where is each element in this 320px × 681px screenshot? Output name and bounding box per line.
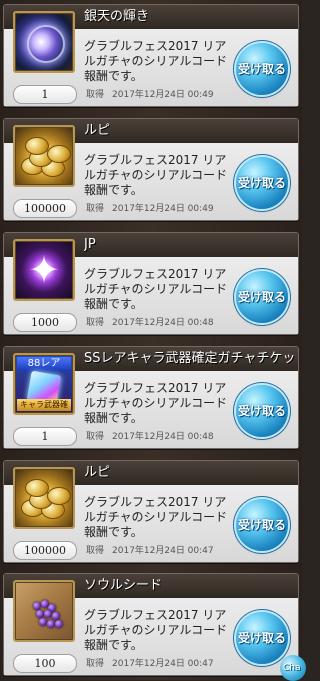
date-label: 取得	[86, 546, 105, 556]
rupie-coins-icon	[13, 467, 75, 529]
jp-crystal-icon: ✦	[13, 239, 75, 301]
reward-date: 取得 2017年12月24日 00:48	[86, 315, 214, 328]
reward-card: ルピ グラブルフェス2017 リアルガチャのシリアルコード報酬です。 10000…	[3, 118, 299, 221]
date-label: 取得	[86, 432, 105, 442]
reward-card: JP ✦ グラブルフェス2017 リアルガチャのシリアルコード報酬です。 100…	[3, 232, 299, 335]
receive-button[interactable]: 受け取る	[236, 499, 288, 551]
reward-description: グラブルフェス2017 リアルガチャのシリアルコード報酬です。	[84, 39, 228, 83]
reward-quantity: 100000	[13, 541, 77, 560]
date-value: 2017年12月24日 00:47	[112, 659, 214, 669]
ticket-label: キャラ武器確定	[17, 399, 71, 413]
reward-date: 取得 2017年12月24日 00:48	[86, 429, 214, 442]
receive-button[interactable]: 受け取る	[236, 612, 288, 664]
date-label: 取得	[86, 659, 105, 669]
reward-quantity: 1	[13, 85, 77, 104]
ticket-tag: 88レア	[17, 357, 71, 371]
reward-card: ルピ グラブルフェス2017 リアルガチャのシリアルコード報酬です。 10000…	[3, 460, 299, 563]
reward-date: 取得 2017年12月24日 00:47	[86, 543, 214, 556]
gacha-ticket-icon: 88レア キャラ武器確定	[13, 353, 75, 415]
date-label: 取得	[86, 318, 105, 328]
reward-description: グラブルフェス2017 リアルガチャのシリアルコード報酬です。	[84, 495, 228, 539]
reward-quantity: 1	[13, 427, 77, 446]
receive-button[interactable]: 受け取る	[236, 385, 288, 437]
reward-description: グラブルフェス2017 リアルガチャのシリアルコード報酬です。	[84, 608, 228, 652]
soul-seed-icon	[13, 580, 75, 642]
receive-button[interactable]: 受け取る	[236, 157, 288, 209]
reward-title: SSレアキャラ武器確定ガチャチケット	[84, 351, 294, 366]
reward-title: ルピ	[84, 465, 111, 480]
date-value: 2017年12月24日 00:47	[112, 546, 214, 556]
reward-date: 取得 2017年12月24日 00:49	[86, 87, 214, 100]
reward-title: ソウルシード	[84, 578, 163, 593]
receive-button[interactable]: 受け取る	[236, 43, 288, 95]
date-label: 取得	[86, 90, 105, 100]
rupie-coins-icon	[13, 125, 75, 187]
date-value: 2017年12月24日 00:49	[112, 90, 214, 100]
reward-list: 銀天の輝き グラブルフェス2017 リアルガチャのシリアルコード報酬です。 1 …	[0, 0, 306, 681]
date-label: 取得	[86, 204, 105, 214]
reward-date: 取得 2017年12月24日 00:49	[86, 201, 214, 214]
reward-title: ルピ	[84, 123, 111, 138]
date-value: 2017年12月24日 00:48	[112, 432, 214, 442]
reward-card: SSレアキャラ武器確定ガチャチケット 88レア キャラ武器確定 グラブルフェス2…	[3, 346, 299, 449]
receive-button[interactable]: 受け取る	[236, 271, 288, 323]
reward-card: ソウルシード グラブルフェス2017 リアルガチャのシリアルコード報酬です。 1…	[3, 573, 299, 676]
reward-title: JP	[84, 237, 96, 252]
reward-description: グラブルフェス2017 リアルガチャのシリアルコード報酬です。	[84, 381, 228, 425]
reward-quantity: 100	[13, 654, 77, 673]
reward-title: 銀天の輝き	[84, 9, 150, 24]
reward-quantity: 1000	[13, 313, 77, 332]
reward-date: 取得 2017年12月24日 00:47	[86, 656, 214, 669]
reward-card: 銀天の輝き グラブルフェス2017 リアルガチャのシリアルコード報酬です。 1 …	[3, 4, 299, 107]
date-value: 2017年12月24日 00:48	[112, 318, 214, 328]
date-value: 2017年12月24日 00:49	[112, 204, 214, 214]
reward-description: グラブルフェス2017 リアルガチャのシリアルコード報酬です。	[84, 153, 228, 197]
silver-sky-radiance-icon	[13, 11, 75, 73]
chat-button[interactable]: Cha	[280, 655, 306, 681]
reward-quantity: 100000	[13, 199, 77, 218]
reward-description: グラブルフェス2017 リアルガチャのシリアルコード報酬です。	[84, 267, 228, 311]
